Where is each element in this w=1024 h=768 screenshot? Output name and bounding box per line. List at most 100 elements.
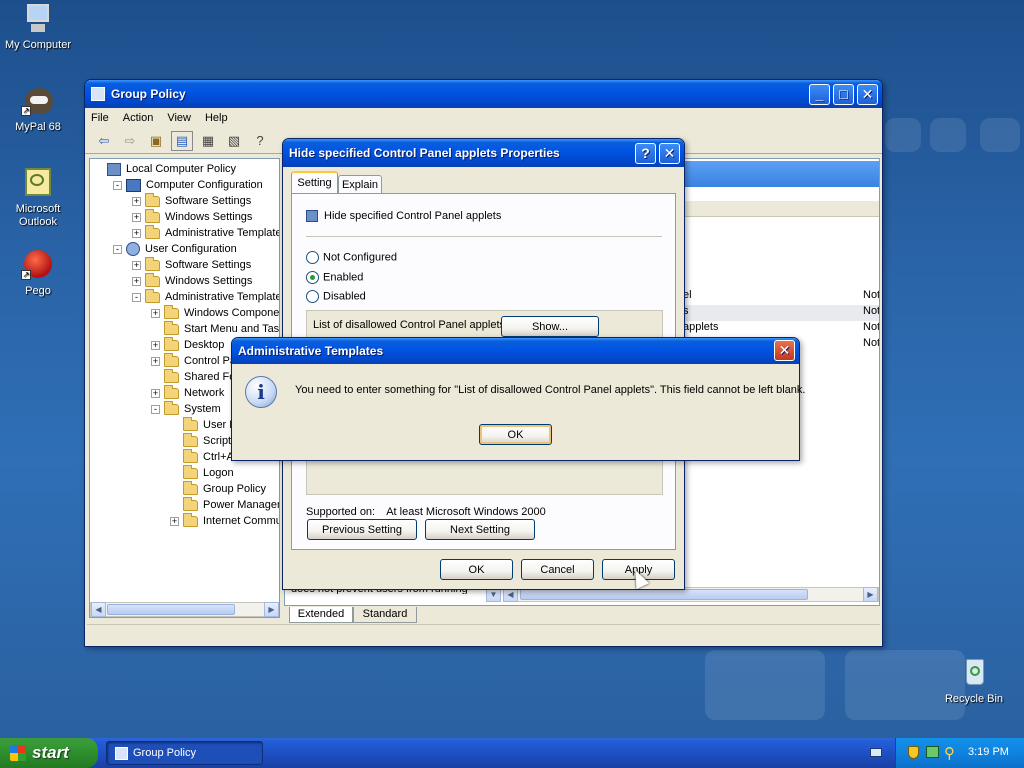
tree-node[interactable]: + Windows Settings <box>132 272 252 289</box>
tree-horizontal-scrollbar[interactable]: ◀ ▶ <box>90 602 279 617</box>
previous-setting-button[interactable]: Previous Setting <box>307 519 417 540</box>
desktop-icon-my-computer[interactable]: My Computer <box>0 2 76 52</box>
tree-node[interactable]: + Software Settings <box>132 192 251 209</box>
security-shield-icon[interactable] <box>908 746 919 759</box>
ok-button[interactable]: OK <box>440 559 513 580</box>
tree-node-label: Group Policy <box>203 483 266 495</box>
collapse-icon[interactable]: - <box>151 404 160 414</box>
collapse-icon[interactable]: - <box>113 180 122 190</box>
next-setting-button[interactable]: Next Setting <box>425 519 535 540</box>
close-button[interactable]: ✕ <box>659 143 680 164</box>
message-ok-button[interactable]: OK <box>479 424 552 445</box>
tree-node[interactable]: + Network <box>151 384 224 401</box>
tab-standard[interactable]: Standard <box>353 607 417 623</box>
keyboard-icon[interactable] <box>870 748 882 757</box>
tree-node[interactable]: Scripts <box>170 432 237 449</box>
folder-icon <box>145 256 160 271</box>
tree-node[interactable]: Group Policy <box>170 480 266 497</box>
taskbar-item-group-policy[interactable]: Group Policy <box>106 741 263 765</box>
tree-node[interactable]: Power Managemen <box>170 496 279 513</box>
radio-enabled[interactable]: Enabled <box>306 271 363 284</box>
details-row[interactable]: applets Not <box>683 321 879 337</box>
policy-header: Hide specified Control Panel applets <box>306 210 501 222</box>
expand-icon[interactable]: + <box>151 308 160 318</box>
gp-window-title: Group Policy <box>111 87 186 101</box>
start-button[interactable]: start <box>0 738 98 768</box>
expand-icon[interactable]: + <box>132 196 141 206</box>
gp-titlebar[interactable]: Group Policy _ □ ✕ <box>85 80 882 108</box>
menu-view[interactable]: View <box>167 112 191 124</box>
scroll-right-icon[interactable]: ▶ <box>863 587 878 602</box>
desktop-icon-mypal[interactable]: ↗ MyPal 68 <box>0 84 76 134</box>
show-hide-tree-icon[interactable]: ▤ <box>171 130 193 151</box>
tab-extended[interactable]: Extended <box>289 607 353 623</box>
desktop-icon-recycle-bin[interactable]: Recycle Bin <box>936 656 1012 706</box>
expand-icon[interactable]: + <box>170 516 179 526</box>
radio-disabled[interactable]: Disabled <box>306 290 366 303</box>
properties-titlebar[interactable]: Hide specified Control Panel applets Pro… <box>283 139 684 167</box>
tab-explain[interactable]: Explain <box>338 175 382 194</box>
expand-icon[interactable]: + <box>132 228 141 238</box>
collapse-icon[interactable]: - <box>132 292 141 302</box>
details-row[interactable]: s Not <box>683 305 879 321</box>
tree-node[interactable]: Logon <box>170 464 234 481</box>
folder-icon <box>183 432 198 447</box>
up-folder-icon[interactable]: ▣ <box>145 131 167 151</box>
network-icon[interactable] <box>926 746 939 758</box>
tree-node-label: User Configuration <box>145 243 237 255</box>
scroll-thumb[interactable] <box>107 604 235 615</box>
collapse-icon[interactable]: - <box>113 244 122 254</box>
desktop-icon-outlook[interactable]: Microsoft Outlook <box>0 166 76 229</box>
tab-setting[interactable]: Setting <box>291 171 338 193</box>
menu-action[interactable]: Action <box>123 112 154 124</box>
folder-icon <box>183 416 198 431</box>
folder-icon <box>145 208 160 223</box>
minimize-button[interactable]: _ <box>809 84 830 105</box>
expand-icon[interactable]: + <box>151 388 160 398</box>
forward-arrow-icon[interactable]: ⇨ <box>119 131 141 151</box>
policy-icon <box>107 162 121 176</box>
expand-icon[interactable]: + <box>132 212 141 222</box>
help-button[interactable]: ? <box>635 143 656 164</box>
tree-node[interactable]: - Administrative Templates <box>132 288 279 305</box>
export-list-icon[interactable]: ▧ <box>223 131 245 151</box>
message-titlebar[interactable]: Administrative Templates ✕ <box>232 338 799 364</box>
scroll-left-icon[interactable]: ◀ <box>91 602 106 617</box>
tree-node-label: Windows Components <box>184 307 280 319</box>
menu-help[interactable]: Help <box>205 112 228 124</box>
tree-node[interactable]: + Desktop <box>151 336 224 353</box>
radio-circle-icon <box>306 251 319 264</box>
close-button[interactable]: ✕ <box>857 84 878 105</box>
menu-file[interactable]: File <box>91 112 109 124</box>
close-button[interactable]: ✕ <box>774 340 795 361</box>
scroll-right-icon[interactable]: ▶ <box>264 602 279 617</box>
tree-node[interactable]: + Internet Communic <box>170 512 279 529</box>
tree-node[interactable]: + Software Settings <box>132 256 251 273</box>
tree-node[interactable]: - System <box>151 400 221 417</box>
tree-node[interactable]: - User Configuration <box>113 241 237 257</box>
message-text: You need to enter something for "List of… <box>295 384 806 396</box>
tree-node[interactable]: + Windows Settings <box>132 208 252 225</box>
help-icon[interactable]: ? <box>249 131 271 151</box>
tree-node[interactable]: - Computer Configuration <box>113 177 263 193</box>
tree-node[interactable]: + Windows Components <box>151 304 280 321</box>
details-row[interactable]: el Not <box>683 289 879 305</box>
tree-node[interactable]: + Administrative Templates <box>132 224 279 241</box>
tree-node[interactable]: Local Computer Policy <box>94 161 236 177</box>
back-arrow-icon[interactable]: ⇦ <box>93 131 115 151</box>
tree-node[interactable]: Start Menu and Taskba <box>151 320 279 337</box>
expand-icon[interactable]: + <box>151 356 160 366</box>
scroll-thumb[interactable] <box>520 589 808 600</box>
desktop-icon-pego[interactable]: ↗ Pego <box>0 248 76 298</box>
task-label: Group Policy <box>133 747 196 759</box>
expand-icon[interactable]: + <box>132 276 141 286</box>
search-icon[interactable]: ⚲ <box>944 744 955 762</box>
maximize-button[interactable]: □ <box>833 84 854 105</box>
expand-icon[interactable]: + <box>151 340 160 350</box>
show-button[interactable]: Show... <box>501 316 599 337</box>
mypal-icon: ↗ <box>21 84 55 118</box>
properties-icon[interactable]: ▦ <box>197 131 219 151</box>
cancel-button[interactable]: Cancel <box>521 559 594 580</box>
radio-not-configured[interactable]: Not Configured <box>306 251 397 264</box>
expand-icon[interactable]: + <box>132 260 141 270</box>
